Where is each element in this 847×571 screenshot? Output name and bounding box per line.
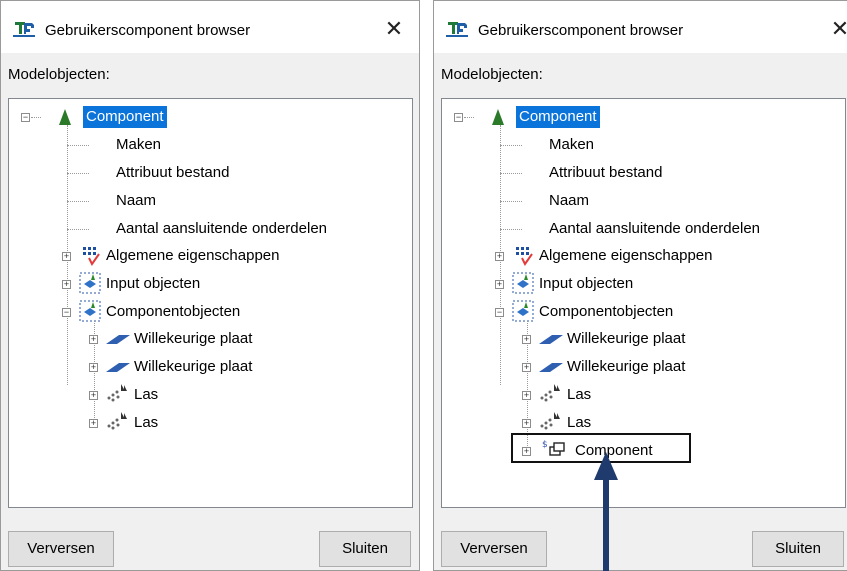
plate-icon xyxy=(106,335,130,344)
expand-icon[interactable]: + xyxy=(62,252,71,261)
model-objects-tree[interactable]: − Component Maken Attribuut bestand Naam… xyxy=(8,98,413,508)
weld-icon xyxy=(107,384,127,402)
close-button[interactable]: Sluiten xyxy=(752,531,844,567)
model-objects-label: Modelobjecten: xyxy=(8,66,110,83)
expand-icon[interactable]: + xyxy=(89,335,98,344)
model-objects-label: Modelobjecten: xyxy=(441,66,543,83)
close-icon[interactable]: ✕ xyxy=(825,15,847,43)
title-bar: Gebruikerscomponent browser ✕ xyxy=(434,1,847,53)
refresh-button[interactable]: Verversen xyxy=(8,531,114,567)
plate-icon xyxy=(106,363,130,372)
plate-icon xyxy=(539,335,563,344)
expand-icon[interactable]: + xyxy=(62,280,71,289)
input-objects-icon xyxy=(512,272,534,294)
expand-icon[interactable]: + xyxy=(89,363,98,372)
window-title: Gebruikerscomponent browser xyxy=(45,22,251,39)
refresh-button[interactable]: Verversen xyxy=(441,531,547,567)
expand-icon[interactable]: + xyxy=(522,335,531,344)
weld-icon xyxy=(107,412,127,430)
expand-icon[interactable]: + xyxy=(522,363,531,372)
general-properties-icon xyxy=(516,247,533,266)
expand-icon[interactable]: + xyxy=(89,419,98,428)
collapse-icon[interactable]: − xyxy=(495,308,504,317)
annotation-arrow-icon xyxy=(594,452,618,571)
expand-icon[interactable]: + xyxy=(495,280,504,289)
collapse-icon[interactable]: − xyxy=(21,113,30,122)
collapse-icon[interactable]: − xyxy=(454,113,463,122)
weld-icon xyxy=(540,412,560,430)
expand-icon[interactable]: + xyxy=(522,391,531,400)
user-component-browser-right: Gebruikerscomponent browser ✕ Modelobjec… xyxy=(433,0,847,571)
svg-text:$: $ xyxy=(542,440,548,450)
app-icon xyxy=(446,22,468,37)
title-bar: Gebruikerscomponent browser ✕ xyxy=(1,1,419,53)
expand-icon[interactable]: + xyxy=(495,252,504,261)
collapse-icon[interactable]: − xyxy=(62,308,71,317)
model-objects-tree[interactable]: − Component Maken Attribuut bestand Naam… xyxy=(441,98,846,508)
plate-icon xyxy=(539,363,563,372)
expand-icon[interactable]: + xyxy=(522,419,531,428)
nested-component-icon: $ xyxy=(542,440,565,456)
user-component-browser-left: Gebruikerscomponent browser ✕ Modelobjec… xyxy=(0,0,420,571)
window-title: Gebruikerscomponent browser xyxy=(478,22,684,39)
component-tree-icon xyxy=(492,109,504,125)
input-objects-icon xyxy=(79,272,101,294)
component-objects-icon xyxy=(512,300,534,322)
close-button[interactable]: Sluiten xyxy=(319,531,411,567)
expand-icon[interactable]: + xyxy=(89,391,98,400)
app-icon xyxy=(13,22,35,37)
weld-icon xyxy=(540,384,560,402)
component-objects-icon xyxy=(79,300,101,322)
expand-icon[interactable]: + xyxy=(522,447,531,456)
component-tree-icon xyxy=(59,109,71,125)
general-properties-icon xyxy=(83,247,100,266)
close-icon[interactable]: ✕ xyxy=(379,15,409,43)
